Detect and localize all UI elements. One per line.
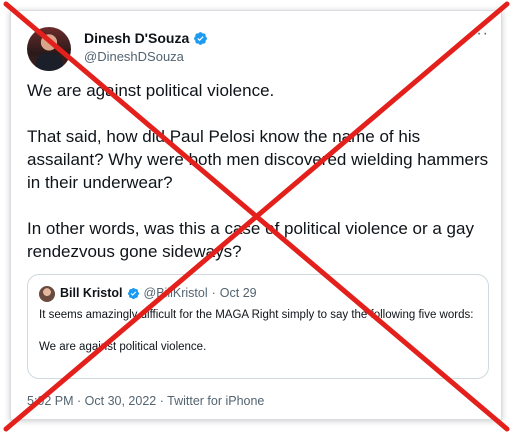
tweet-paragraph: That said, how did Paul Pelosi know the … — [27, 127, 489, 192]
quote-paragraph: It seems amazingly difficult for the MAG… — [39, 309, 474, 321]
more-icon[interactable]: ··· — [470, 25, 489, 43]
author-handle[interactable]: @DineshDSouza — [84, 49, 184, 64]
quote-text: It seems amazingly difficult for the MAG… — [39, 307, 479, 371]
tweet-timestamp[interactable]: 5:02 PM · Oct 30, 2022 · Twitter for iPh… — [27, 394, 264, 408]
author-avatar[interactable] — [27, 27, 71, 71]
quote-header: Bill Kristol @BillKristol · Oct 29 — [60, 286, 257, 300]
quote-author-name[interactable]: Bill Kristol — [60, 286, 123, 300]
quote-date[interactable]: Oct 29 — [220, 286, 257, 300]
verified-badge-icon — [194, 31, 208, 45]
tweet-paragraph: We are against political violence. — [27, 81, 275, 100]
tweet-card: Dinesh D'Souza @DineshDSouza ··· We are … — [10, 10, 502, 420]
quote-author-handle[interactable]: @BillKristol — [144, 286, 208, 300]
tweet-text: We are against political violence. That … — [27, 79, 497, 286]
quote-avatar[interactable] — [39, 286, 55, 302]
quote-paragraph: We are against political violence. — [39, 341, 207, 353]
author-name[interactable]: Dinesh D'Souza — [84, 30, 208, 46]
verified-badge-icon — [127, 287, 139, 299]
quoted-tweet[interactable]: Bill Kristol @BillKristol · Oct 29 It se… — [27, 274, 489, 379]
quote-separator: · — [211, 286, 216, 300]
author-name-text[interactable]: Dinesh D'Souza — [84, 30, 189, 46]
tweet-paragraph: In other words, was this a case of polit… — [27, 219, 474, 261]
